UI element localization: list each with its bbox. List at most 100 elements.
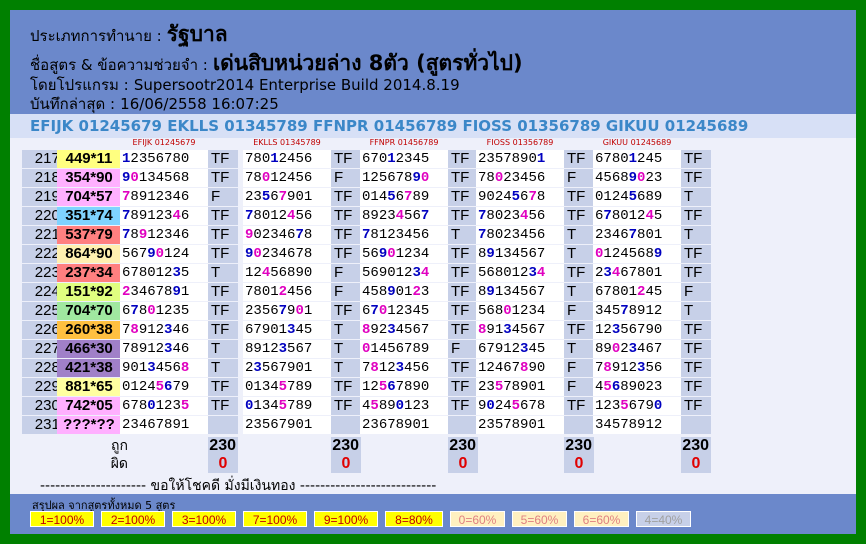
digit: 7 (603, 151, 612, 167)
digit: 0 (378, 151, 388, 167)
digit: 9 (378, 246, 388, 262)
digit: 0 (536, 360, 546, 376)
digit: 6 (620, 265, 629, 281)
digit: 5 (420, 303, 430, 319)
digit: 1 (378, 360, 388, 376)
digit: 5 (603, 379, 612, 395)
prediction-digits: 01245689 (593, 188, 681, 206)
digit: 8 (303, 227, 313, 243)
digit: 6 (412, 322, 421, 338)
hit-status: TF (448, 359, 478, 377)
digit: 7 (536, 284, 546, 300)
digit: 4 (511, 322, 521, 338)
digit: 6 (370, 246, 379, 262)
digit: 6 (387, 170, 396, 186)
digit: 4 (172, 341, 181, 357)
digit: 1 (155, 265, 165, 281)
digit: 8 (645, 189, 654, 205)
digit: 7 (503, 151, 512, 167)
digit: 4 (378, 341, 388, 357)
digit: 5 (528, 227, 537, 243)
digit: 2 (261, 246, 271, 262)
digit: 4 (503, 189, 512, 205)
digit: 3 (130, 417, 139, 433)
digit: 5 (370, 398, 379, 414)
draw-result: 354*90 (57, 169, 121, 187)
hit-status: TF (564, 150, 594, 168)
digit: 4 (147, 379, 156, 395)
digit: 1 (420, 417, 430, 433)
digit: 5 (295, 284, 304, 300)
digit-percent-badge: 2=100% (101, 511, 165, 527)
digit: 1 (494, 322, 504, 338)
digit: 6 (147, 417, 156, 433)
digit: 7 (503, 379, 512, 395)
digit: 3 (278, 341, 288, 357)
digit: 7 (295, 227, 304, 243)
digit: 8 (378, 284, 388, 300)
digit: 1 (645, 417, 654, 433)
digit: 0 (620, 284, 629, 300)
digit: 4 (261, 265, 271, 281)
digit: 9 (653, 246, 663, 262)
digit: 3 (270, 246, 279, 262)
digit: 9 (387, 284, 396, 300)
digit: 4 (503, 398, 512, 414)
digit: 4 (138, 417, 148, 433)
digit: 9 (387, 398, 396, 414)
digit: 0 (295, 303, 304, 319)
column-header: EKLLS 01345789 (253, 138, 321, 147)
draw-result: 537*79 (57, 226, 121, 244)
digit: 3 (395, 360, 405, 376)
hit-status: T (681, 226, 711, 244)
digit-percent-badge: 3=100% (172, 511, 236, 527)
draw-result: 742*05 (57, 397, 121, 415)
digit: 4 (295, 322, 304, 338)
digit: 7 (528, 189, 537, 205)
digit: 3 (511, 170, 521, 186)
digit: 9 (645, 398, 654, 414)
digit: 7 (278, 360, 288, 376)
digit: 4 (155, 170, 165, 186)
column-header: FFNPR 01456789 (369, 138, 439, 147)
digit: 2 (503, 208, 512, 224)
digit: 0 (253, 246, 262, 262)
digit: 9 (172, 284, 181, 300)
digit: 3 (147, 360, 156, 376)
digit: 1 (603, 246, 612, 262)
digit: 2 (645, 170, 654, 186)
hit-status: F (564, 359, 594, 377)
digit: 2 (278, 170, 288, 186)
digit: 5 (261, 360, 271, 376)
hit-status: TF (681, 245, 711, 263)
digit: 6 (420, 227, 430, 243)
digit: 2 (370, 379, 379, 395)
digit: 9 (147, 246, 156, 262)
hit-status: TF (208, 150, 238, 168)
draw-result: 466*30 (57, 340, 121, 358)
digit-percent-badge: 4=40% (636, 511, 691, 527)
digit: 3 (138, 151, 148, 167)
hit-status: TF (448, 188, 478, 206)
digit: 8 (511, 417, 521, 433)
hit-status (208, 416, 238, 434)
hit-status: TF (208, 226, 238, 244)
digit: 6 (611, 170, 621, 186)
digit: 0 (412, 417, 421, 433)
digit: 4 (528, 341, 537, 357)
draw-result: 351*74 (57, 207, 121, 225)
digit: 6 (180, 227, 190, 243)
prediction-digits: 01456789 (360, 340, 448, 358)
digit: 0 (620, 151, 629, 167)
digit: 2 (494, 189, 504, 205)
digit: 0 (420, 170, 430, 186)
digit: 5 (494, 151, 504, 167)
digit: 2 (387, 360, 396, 376)
digit: 2 (261, 227, 271, 243)
hit-status: T (564, 283, 594, 301)
prediction-digits: 45689023 (593, 169, 681, 187)
digit: 5 (603, 170, 612, 186)
digit: 6 (420, 360, 430, 376)
digit: 3 (611, 398, 621, 414)
digit: 6 (486, 265, 495, 281)
